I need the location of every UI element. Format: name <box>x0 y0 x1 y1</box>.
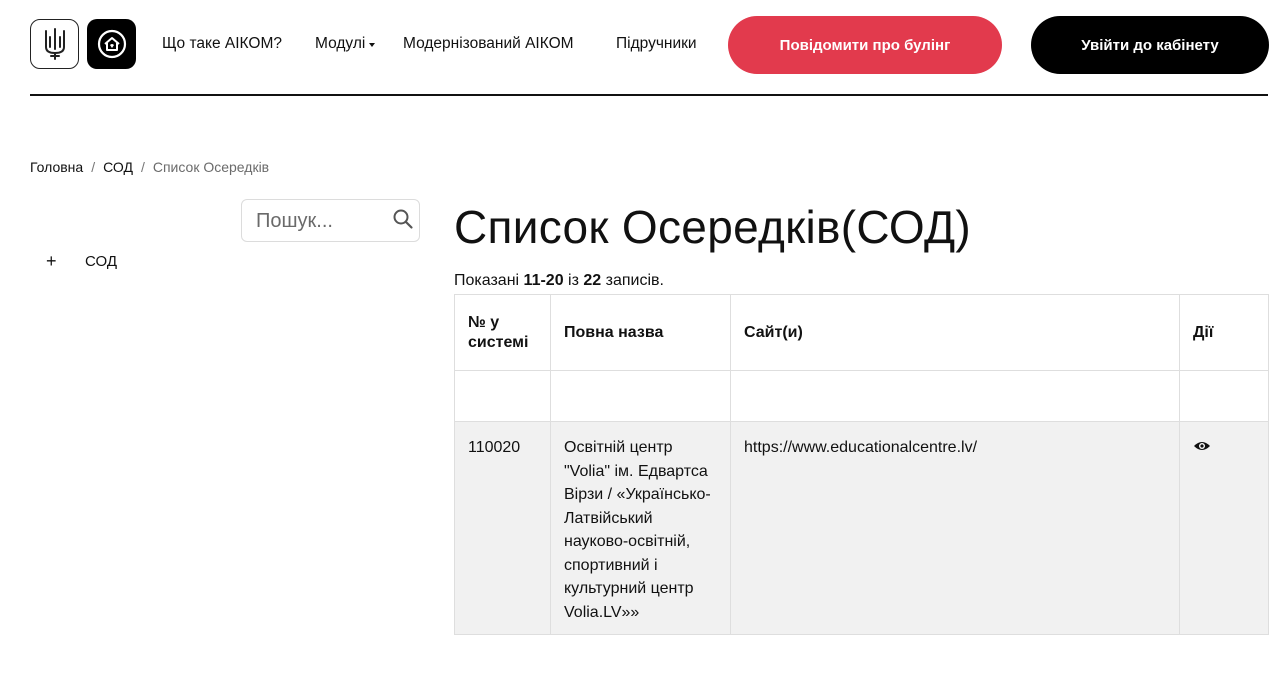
tree-item-sod[interactable]: + СОД <box>46 252 117 270</box>
summary-prefix: Показані <box>454 272 524 289</box>
filter-cell[interactable] <box>550 370 731 422</box>
trident-icon <box>44 28 65 60</box>
house-circle-icon <box>97 29 126 59</box>
row-name: Освітній центр "Volia" ім. Едвартса Вірз… <box>550 421 731 635</box>
sidebar-search <box>241 199 420 242</box>
table-header-row: № у системі Повна назва Сайт(и) Дії <box>454 294 1269 371</box>
breadcrumb-home[interactable]: Головна <box>30 159 83 175</box>
breadcrumb-sod[interactable]: СОД <box>103 159 133 175</box>
login-button[interactable]: Увійти до кабінету <box>1031 16 1269 74</box>
header-sites[interactable]: Сайт(и) <box>730 294 1180 371</box>
nav-modernized-aikom[interactable]: Модернізований АІКОМ <box>403 35 616 53</box>
summary-total: 22 <box>583 272 602 289</box>
tree-item-label: СОД <box>85 252 117 270</box>
header-divider <box>30 94 1268 96</box>
report-bullying-button[interactable]: Повідомити про булінг <box>728 16 1002 74</box>
header-full-name[interactable]: Повна назва <box>550 294 731 371</box>
summary-suffix: записів. <box>601 272 664 289</box>
summary-range: 11-20 <box>523 272 564 289</box>
nav-modules-label: Модулі <box>315 35 366 52</box>
page-title: Список Осередків(СОД) <box>454 201 972 253</box>
coat-of-arms-logo[interactable] <box>30 19 79 69</box>
header-system-number[interactable]: № у системі <box>454 294 551 371</box>
row-site[interactable]: https://www.educationalcentre.lv/ <box>730 421 1180 635</box>
table-row: 110020 Освітній центр "Volia" ім. Едварт… <box>454 421 1269 635</box>
main-nav: Що таке АІКОМ? Модулі Модернізований АІК… <box>162 35 697 53</box>
breadcrumb: Головна / СОД / Список Осередків <box>30 159 269 175</box>
filter-cell[interactable] <box>730 370 1180 422</box>
row-id: 110020 <box>454 421 551 635</box>
header-actions: Дії <box>1179 294 1269 371</box>
summary-middle: із <box>563 272 584 289</box>
expand-icon[interactable]: + <box>46 252 60 270</box>
aikom-logo[interactable] <box>87 19 136 69</box>
filter-cell <box>1179 370 1269 422</box>
search-input[interactable] <box>256 208 386 234</box>
nav-textbooks[interactable]: Підручники <box>616 35 697 53</box>
site-header: Що таке АІКОМ? Модулі Модернізований АІК… <box>30 15 1270 75</box>
breadcrumb-current: Список Осередків <box>152 159 270 175</box>
records-summary: Показані 11-20 із 22 записів. <box>454 272 664 290</box>
breadcrumb-separator: / <box>140 159 145 175</box>
sod-table: № у системі Повна назва Сайт(и) Дії 1100… <box>454 294 1269 635</box>
nav-modules[interactable]: Модулі <box>315 35 403 53</box>
table-filter-row <box>454 370 1269 422</box>
caret-down-icon <box>369 43 376 47</box>
eye-icon[interactable] <box>1193 440 1211 452</box>
breadcrumb-separator: / <box>91 159 96 175</box>
filter-cell[interactable] <box>454 370 551 422</box>
nav-what-is-aikom[interactable]: Що таке АІКОМ? <box>162 35 315 53</box>
row-actions <box>1179 421 1269 635</box>
search-icon[interactable] <box>392 208 414 230</box>
